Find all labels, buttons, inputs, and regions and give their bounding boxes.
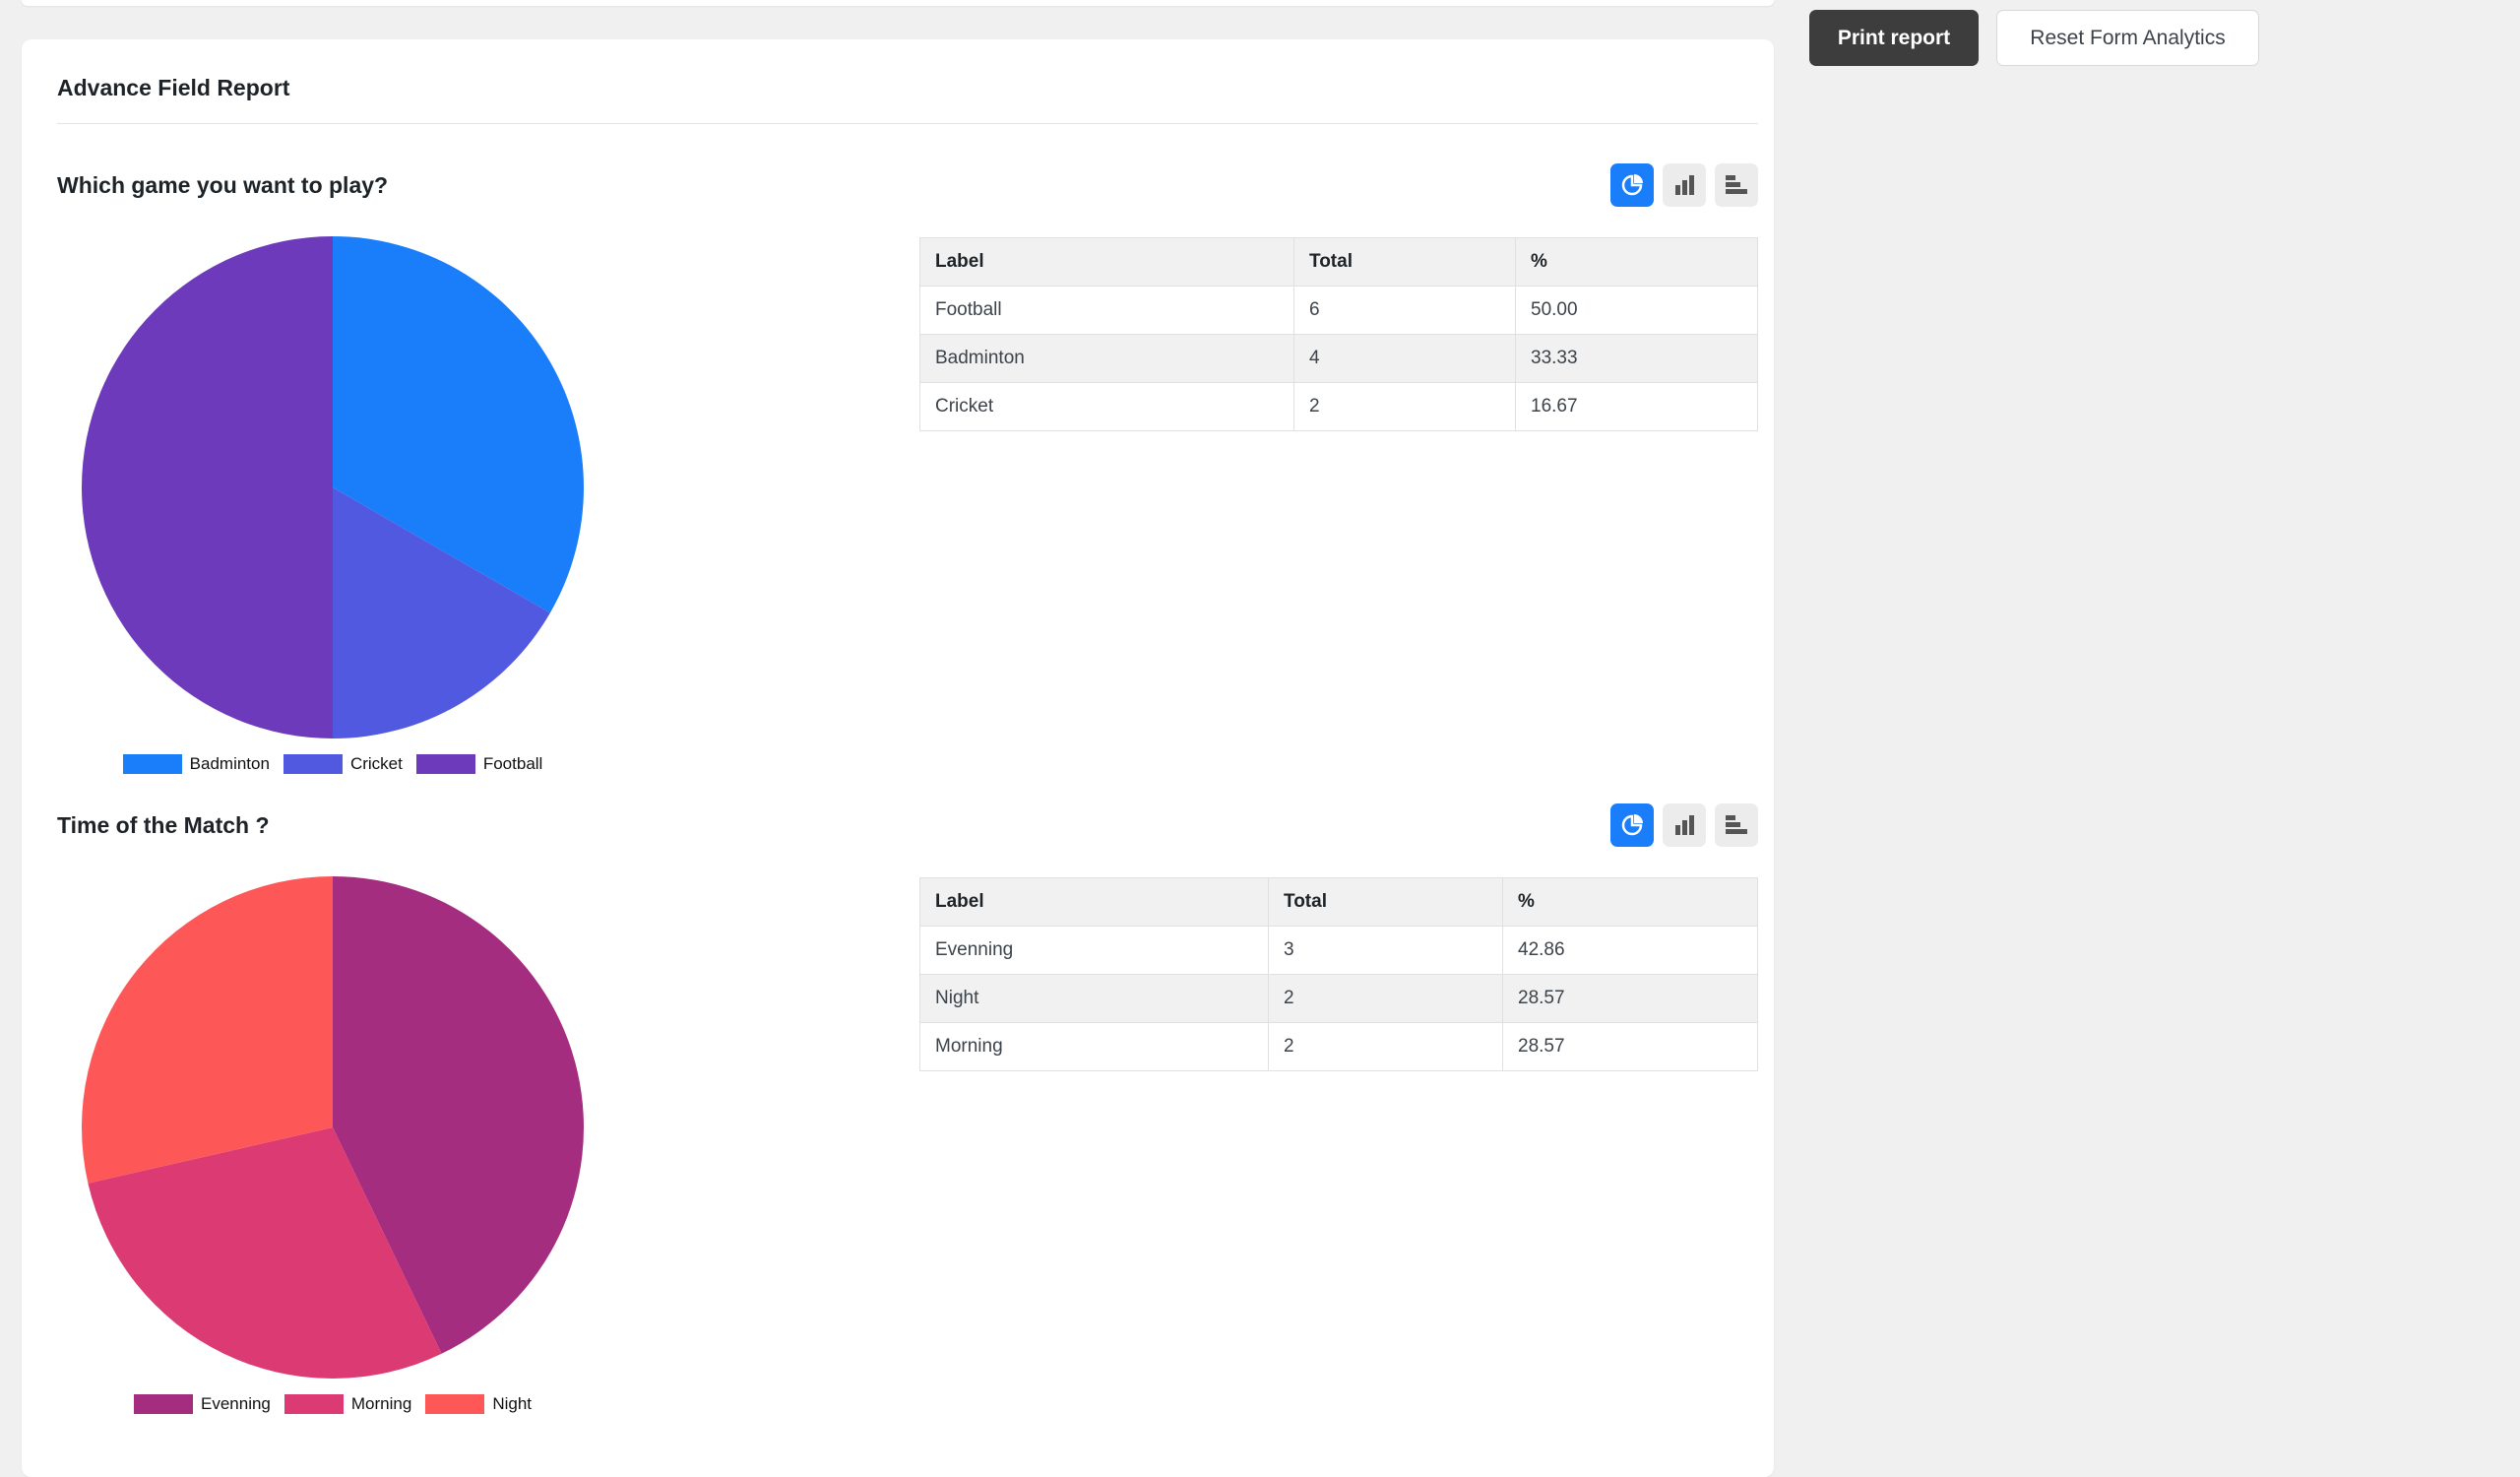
row-total: 2: [1268, 1022, 1503, 1071]
row-percent: 28.57: [1502, 974, 1758, 1023]
legend-label: Morning: [350, 1394, 412, 1413]
chart-legend: Evenning Morning Night: [57, 1394, 608, 1414]
horizontal-bar-chart-toggle[interactable]: [1715, 803, 1758, 847]
column-header-total: Total: [1268, 877, 1503, 927]
row-label: Night: [919, 974, 1269, 1023]
row-total: 6: [1293, 286, 1516, 335]
column-header-percent: %: [1515, 237, 1758, 287]
chart-type-switcher: [1610, 163, 1758, 207]
horizontal-bar-chart-icon: [1726, 815, 1747, 834]
row-label: Morning: [919, 1022, 1269, 1071]
title-divider: [57, 123, 1758, 124]
table-row: Football 6 50.00: [919, 286, 1758, 335]
legend-swatch: [284, 1394, 344, 1414]
legend-item-night[interactable]: Night: [425, 1394, 532, 1414]
row-total: 2: [1293, 382, 1516, 431]
match-time-pie-chart: [81, 876, 584, 1379]
game-pie-chart: [82, 236, 584, 738]
legend-swatch: [425, 1394, 485, 1414]
row-label: Football: [919, 286, 1294, 335]
legend-item-morning[interactable]: Morning: [284, 1394, 411, 1414]
horizontal-bar-chart-toggle[interactable]: [1715, 163, 1758, 207]
bar-chart-toggle[interactable]: [1663, 163, 1706, 207]
legend-swatch: [283, 754, 343, 774]
legend-item-badminton[interactable]: Badminton: [122, 754, 270, 774]
chart-type-switcher: [1610, 803, 1758, 847]
question-title: Time of the Match ?: [57, 812, 270, 838]
legend-label: Badminton: [189, 754, 270, 773]
legend-swatch: [134, 1394, 193, 1414]
row-label: Badminton: [919, 334, 1294, 383]
table-row: Night 2 28.57: [919, 974, 1758, 1023]
pie-slice-football[interactable]: [82, 236, 333, 738]
table-row: Morning 2 28.57: [919, 1022, 1758, 1071]
results-table: Label Total % Evenning 3 42.86 Night 2 2…: [919, 877, 1758, 1071]
row-label: Cricket: [919, 382, 1294, 431]
bar-chart-toggle[interactable]: [1663, 803, 1706, 847]
column-header-label: Label: [919, 237, 1294, 287]
legend-label: Night: [492, 1394, 532, 1413]
legend-item-cricket[interactable]: Cricket: [283, 754, 403, 774]
row-total: 3: [1268, 926, 1503, 975]
chart-legend: Badminton Cricket Football: [57, 754, 608, 774]
row-total: 4: [1293, 334, 1516, 383]
pie-chart-toggle[interactable]: [1610, 163, 1654, 207]
row-percent: 16.67: [1515, 382, 1758, 431]
advance-field-report-card: Advance Field Report Which game you want…: [22, 39, 1774, 1477]
row-total: 2: [1268, 974, 1503, 1023]
results-table: Label Total % Football 6 50.00 Badminton…: [919, 237, 1758, 431]
print-report-button[interactable]: Print report: [1809, 10, 1979, 66]
table-header-row: Label Total %: [919, 877, 1758, 927]
legend-label: Football: [482, 754, 543, 773]
question-title: Which game you want to play?: [57, 172, 389, 198]
pie-chart-icon: [1621, 174, 1643, 196]
legend-item-evenning[interactable]: Evenning: [134, 1394, 271, 1414]
row-percent: 33.33: [1515, 334, 1758, 383]
legend-label: Evenning: [201, 1394, 271, 1413]
column-header-percent: %: [1502, 877, 1758, 927]
report-title: Advance Field Report: [57, 75, 290, 100]
row-percent: 50.00: [1515, 286, 1758, 335]
row-percent: 42.86: [1502, 926, 1758, 975]
table-row: Badminton 4 33.33: [919, 334, 1758, 383]
row-percent: 28.57: [1502, 1022, 1758, 1071]
bar-chart-icon: [1675, 815, 1694, 835]
legend-item-football[interactable]: Football: [415, 754, 543, 774]
legend-swatch: [122, 754, 182, 774]
legend-label: Cricket: [349, 754, 403, 773]
column-header-label: Label: [919, 877, 1269, 927]
legend-swatch: [415, 754, 475, 774]
pie-chart-icon: [1621, 814, 1643, 836]
reset-form-analytics-button[interactable]: Reset Form Analytics: [1996, 10, 2259, 66]
pie-chart-toggle[interactable]: [1610, 803, 1654, 847]
column-header-total: Total: [1293, 237, 1516, 287]
table-header-row: Label Total %: [919, 237, 1758, 287]
table-row: Evenning 3 42.86: [919, 926, 1758, 975]
previous-card-edge: [22, 0, 1774, 6]
bar-chart-icon: [1675, 175, 1694, 195]
horizontal-bar-chart-icon: [1726, 175, 1747, 194]
row-label: Evenning: [919, 926, 1269, 975]
table-row: Cricket 2 16.67: [919, 382, 1758, 431]
